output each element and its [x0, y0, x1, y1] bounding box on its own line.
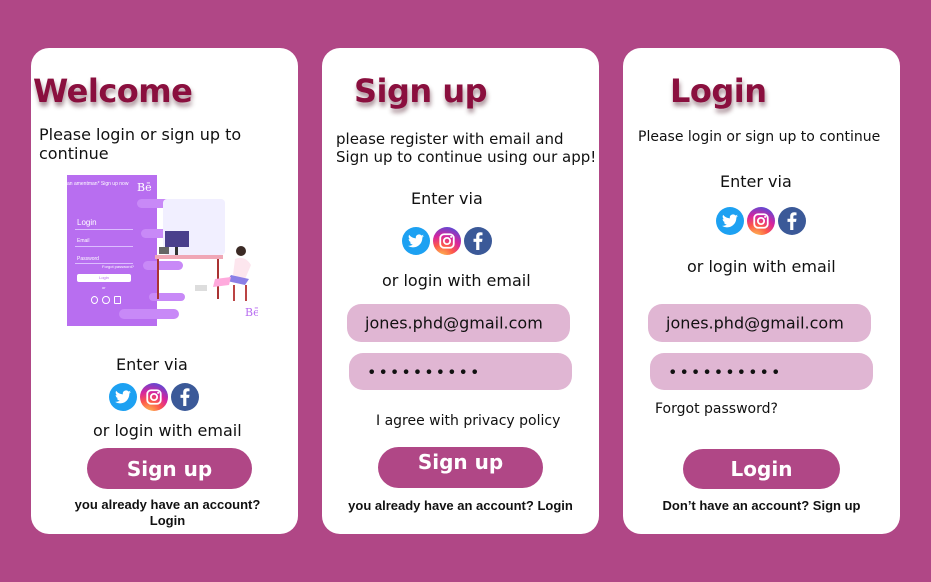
- signup-subtitle-line1: please register with email and: [336, 130, 564, 148]
- login-title: Login: [670, 72, 767, 110]
- welcome-signup-button[interactable]: Sign up: [87, 448, 252, 489]
- illustration-password-label: Password: [77, 256, 99, 262]
- illustration-login-button: Login: [77, 274, 131, 282]
- instagram-icon[interactable]: [433, 227, 461, 255]
- login-password-field[interactable]: ••••••••••: [650, 353, 873, 390]
- illustration-form-title: Login: [77, 218, 97, 227]
- signup-or-email: or login with email: [382, 271, 531, 290]
- signup-footer-login-link[interactable]: you already have an account? Login: [322, 498, 599, 513]
- illustration-social-row: [91, 296, 121, 304]
- twitter-icon[interactable]: [402, 227, 430, 255]
- signup-card: Sign up please register with email and S…: [322, 48, 599, 534]
- instagram-icon[interactable]: [747, 207, 775, 235]
- login-forgot-password-link[interactable]: Forgot password?: [655, 401, 778, 417]
- welcome-social-icons: [109, 383, 199, 411]
- signup-email-field[interactable]: jones.phd@gmail.com: [347, 304, 570, 342]
- welcome-enter-via: Enter via: [116, 355, 188, 374]
- facebook-icon[interactable]: [171, 383, 199, 411]
- illustration-or-text: or: [102, 285, 106, 290]
- signup-subtitle-line2: Sign up to continue using our app!: [336, 148, 597, 166]
- welcome-footer-text: you already have an account?: [74, 497, 261, 512]
- facebook-icon[interactable]: [464, 227, 492, 255]
- signup-enter-via: Enter via: [411, 189, 483, 208]
- welcome-title: Welcome: [33, 72, 193, 110]
- signup-password-field[interactable]: ••••••••••: [349, 353, 572, 390]
- illustration-forgot-text: Forgot password?: [102, 264, 135, 269]
- illustration-logo-bottom: Bē: [245, 306, 258, 319]
- signup-social-icons: [402, 227, 492, 255]
- login-card: Login Please login or sign up to continu…: [623, 48, 900, 534]
- login-email-field[interactable]: jones.phd@gmail.com: [648, 304, 871, 342]
- login-enter-via: Enter via: [720, 172, 792, 191]
- login-password-value: ••••••••••: [668, 362, 783, 381]
- signup-password-value: ••••••••••: [367, 362, 482, 381]
- welcome-or-email: or login with email: [93, 421, 242, 440]
- welcome-card: Welcome Please login or sign up to conti…: [31, 48, 298, 534]
- login-submit-button[interactable]: Login: [683, 449, 840, 489]
- twitter-icon[interactable]: [109, 383, 137, 411]
- login-email-value: jones.phd@gmail.com: [666, 313, 844, 333]
- signup-email-value: jones.phd@gmail.com: [365, 313, 543, 333]
- login-social-icons: [716, 207, 806, 235]
- login-or-email: or login with email: [687, 257, 836, 276]
- signup-privacy-checkbox-label[interactable]: I agree with privacy policy: [376, 413, 560, 429]
- illustration-logo: Bē: [137, 181, 152, 194]
- welcome-illustration: an amentman* Sign up now Bē Login Email …: [67, 175, 258, 326]
- welcome-subtitle: Please login or sign up to continue: [39, 125, 242, 163]
- login-subtitle: Please login or sign up to continue: [638, 129, 881, 145]
- illustration-header-text: an amentman* Sign up now: [67, 181, 129, 187]
- signup-submit-button[interactable]: Sign up: [378, 447, 543, 488]
- twitter-icon[interactable]: [716, 207, 744, 235]
- desk-illustration: [155, 199, 251, 301]
- facebook-icon[interactable]: [778, 207, 806, 235]
- illustration-email-label: Email: [77, 238, 90, 244]
- illustration-divider: [75, 229, 133, 230]
- welcome-footer-login-link[interactable]: Login: [31, 513, 304, 528]
- login-footer-signup-link[interactable]: Don’t have an account? Sign up: [623, 498, 900, 513]
- signup-title: Sign up: [354, 72, 488, 110]
- instagram-icon[interactable]: [140, 383, 168, 411]
